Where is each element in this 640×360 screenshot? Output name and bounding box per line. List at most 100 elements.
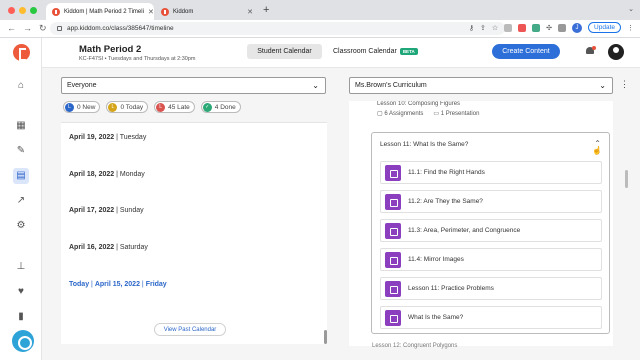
day-header: April 16, 2022 | Saturday <box>69 244 148 251</box>
beta-badge: BETA <box>399 48 418 55</box>
presentation-label: 1 Presentation <box>440 111 480 117</box>
address-toolbar: ← → ↻ app.kiddom.co/class/385647/timelin… <box>0 20 640 38</box>
assignment-icon <box>385 280 401 297</box>
view-past-calendar-button[interactable]: View Past Calendar <box>154 323 226 336</box>
browser-profile-avatar[interactable]: J <box>572 22 583 33</box>
curriculum-list: Lesson 10: Composing Figures ▢ 6 Assignm… <box>349 101 613 346</box>
extension-icon[interactable] <box>504 23 513 32</box>
clock-icon: L <box>108 102 118 112</box>
chat-help-icon[interactable] <box>12 330 34 352</box>
chevron-down-icon: ⌄ <box>312 81 319 90</box>
today-header: Today | April 15, 2022 | Friday <box>69 281 167 288</box>
assignments-label: 6 Assignments <box>384 111 424 117</box>
update-button[interactable]: Update <box>588 22 621 33</box>
day-weekday: Monday <box>119 171 145 178</box>
curriculum-select[interactable]: Ms.Brown's Curriculum ⌄ <box>349 77 613 94</box>
day-header: April 17, 2022 | Sunday <box>69 207 144 214</box>
home-icon[interactable]: ⌂ <box>15 80 27 92</box>
browser-menu-icon[interactable]: ⋮ <box>627 24 634 32</box>
app-sidebar: ⌂ ▦ ✎ ▤ ↗ ⚙ ⊥ ♥ ▮ <box>0 38 42 360</box>
day-header: April 19, 2022 | Tuesday <box>69 134 147 141</box>
close-window-button[interactable] <box>8 7 15 14</box>
close-tab-icon[interactable]: ✕ <box>247 8 253 16</box>
notification-dot <box>592 46 596 50</box>
late-clock-icon: L <box>65 102 74 112</box>
chip-label: 4 Done <box>214 103 236 111</box>
library-icon[interactable]: ▮ <box>15 311 27 323</box>
extension-icon[interactable] <box>532 23 541 32</box>
presentation-count: ▭ 1 Presentation <box>433 110 479 117</box>
lesson-item[interactable]: 11.3: Area, Perimeter, and Congruence <box>380 219 602 242</box>
new-tab-icon[interactable]: + <box>263 4 269 16</box>
close-tab-icon[interactable]: ✕ <box>148 8 154 16</box>
classroom-calendar-button[interactable]: Classroom Calendar BETA <box>333 44 418 59</box>
presentation-icon <box>385 309 401 326</box>
lesson-item[interactable]: 11.2: Are They the Same? <box>380 190 602 213</box>
curriculum-value: Ms.Brown's Curriculum <box>355 82 427 89</box>
user-avatar[interactable] <box>608 44 624 60</box>
maximize-window-button[interactable] <box>30 7 37 14</box>
class-subtitle: KC-F47SI • Tuesdays and Thursdays at 2:3… <box>79 56 196 62</box>
lesson-item-label: 11.1: Find the Right Hands <box>408 169 485 176</box>
tab-search-chevron-icon[interactable]: ⌄ <box>628 5 634 13</box>
done-status-chip[interactable]: ✓ 4 Done <box>200 101 241 113</box>
kiddom-favicon-icon <box>161 7 169 16</box>
bookmark-star-icon[interactable]: ☆ <box>492 24 498 32</box>
today-date: April 15, 2022 <box>94 281 140 288</box>
assignment-icon <box>385 251 401 268</box>
class-header: Math Period 2 KC-F47SI • Tuesdays and Th… <box>42 38 640 68</box>
day-weekday: Saturday <box>119 244 148 251</box>
lock-icon <box>57 26 62 31</box>
sidebar-toggle-icon[interactable] <box>558 23 567 32</box>
kiddom-logo[interactable] <box>13 44 30 61</box>
tab-title: Kiddom <box>173 8 194 15</box>
lesson-meta: ▢ 6 Assignments ▭ 1 Presentation <box>377 110 479 117</box>
calendar-icon[interactable]: ▤ <box>13 168 29 184</box>
create-content-button[interactable]: Create Content <box>492 44 560 59</box>
heart-icon[interactable]: ♥ <box>15 286 27 298</box>
notifications-bell-icon[interactable] <box>585 46 596 56</box>
chip-label: 45 Late <box>168 103 190 111</box>
lesson-item[interactable]: Lesson 11: Practice Problems <box>380 277 602 300</box>
share-icon[interactable]: ⇪ <box>480 24 486 32</box>
lesson-title: Lesson 10: Composing Figures <box>377 101 461 107</box>
student-calendar-button[interactable]: Student Calendar <box>247 44 322 59</box>
clock-icon: L <box>156 102 166 112</box>
scrollbar-thumb[interactable] <box>625 170 628 188</box>
day-weekday: Sunday <box>119 207 144 214</box>
classroom-icon[interactable]: ▦ <box>15 120 27 132</box>
browser-tab[interactable]: Kiddom ✕ <box>155 3 259 20</box>
new-status-chip[interactable]: L 0 New <box>63 101 101 113</box>
hierarchy-icon[interactable]: ⊥ <box>15 261 27 273</box>
assignment-icon <box>385 164 401 181</box>
next-lesson-title[interactable]: Lesson 12: Congruent Polygons <box>372 343 457 349</box>
day-date: April 18, 2022 <box>69 171 115 178</box>
browser-tab-active[interactable]: Kiddom | Math Period 2 Timeli ✕ <box>46 3 154 20</box>
lesson-card-expanded: Lesson 11: What Is the Same? ⌃ 11.1: Fin… <box>371 132 610 334</box>
reload-icon[interactable]: ↻ <box>39 23 47 34</box>
lesson-item[interactable]: 11.1: Find the Right Hands <box>380 161 602 184</box>
student-filter-value: Everyone <box>67 82 97 89</box>
more-options-icon[interactable]: ⋮ <box>620 79 629 90</box>
late-status-chip[interactable]: L 45 Late <box>154 101 195 113</box>
lesson-item[interactable]: What Is the Same? <box>380 306 602 329</box>
curriculum-panel: Ms.Brown's Curriculum ⌄ ⋮ Lesson 10: Com… <box>339 68 640 360</box>
minimize-window-button[interactable] <box>19 7 26 14</box>
lesson-title[interactable]: Lesson 11: What Is the Same? <box>380 141 468 148</box>
extension-icon[interactable] <box>518 23 527 32</box>
lesson-item[interactable]: 11.4: Mirror Images <box>380 248 602 271</box>
key-icon[interactable]: ⚷ <box>469 24 474 32</box>
announcement-icon[interactable]: ✎ <box>15 145 27 157</box>
settings-gear-icon[interactable]: ⚙ <box>15 220 27 232</box>
back-icon[interactable]: ← <box>7 23 16 34</box>
extensions-puzzle-icon[interactable]: ✣ <box>546 24 552 32</box>
lesson-card[interactable]: Lesson 10: Composing Figures ▢ 6 Assignm… <box>367 101 611 127</box>
day-header: April 18, 2022 | Monday <box>69 171 145 178</box>
day-date: April 17, 2022 <box>69 207 115 214</box>
reports-icon[interactable]: ↗ <box>15 195 27 207</box>
today-status-chip[interactable]: L 0 Today <box>106 101 149 113</box>
scrollbar-thumb[interactable] <box>324 330 327 344</box>
url-bar[interactable]: app.kiddom.co/class/385647/timeline <box>50 22 505 35</box>
forward-icon[interactable]: → <box>23 23 32 34</box>
student-filter-select[interactable]: Everyone ⌄ <box>61 77 326 94</box>
